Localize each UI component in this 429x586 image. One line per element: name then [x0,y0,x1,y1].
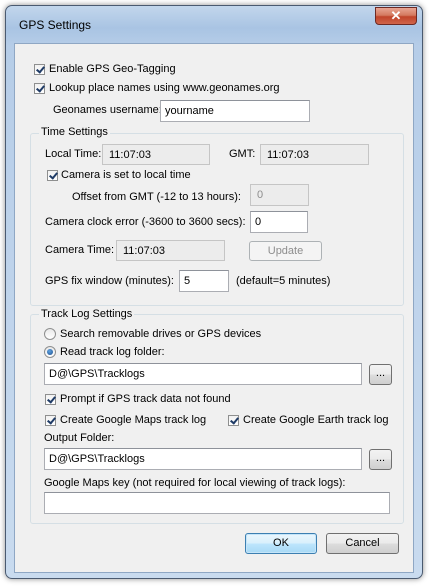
track-log-folder-browse-button[interactable]: ... [369,364,392,385]
geonames-username-input[interactable]: yourname [160,100,310,122]
google-earth-tracklog-label: Create Google Earth track log [243,414,389,426]
local-time-value: 11:07:03 [102,144,210,165]
local-time-label: Local Time: [45,148,102,160]
gmt-value: 11:07:03 [260,144,369,165]
prompt-no-track-data-checkbox[interactable] [45,394,56,405]
prompt-no-track-data-label: Prompt if GPS track data not found [60,393,231,405]
track-log-folder-input[interactable]: D@\GPS\Tracklogs [44,363,362,385]
gps-settings-window: GPS Settings ✕ Enable GPS Geo-Tagging Lo… [5,5,423,579]
output-folder-label: Output Folder: [44,432,115,444]
gps-fix-window-hint: (default=5 minutes) [236,275,331,287]
title-bar[interactable]: GPS Settings ✕ [6,6,422,42]
camera-time-value: 11:07:03 [116,240,225,261]
geonames-username-label: Geonames username: [53,104,162,116]
output-folder-browse-button[interactable]: ... [369,449,392,470]
read-folder-radio[interactable] [44,346,56,358]
camera-local-time-checkbox[interactable] [47,170,58,181]
track-log-settings-group-label: Track Log Settings [39,308,135,320]
lookup-place-names-label: Lookup place names using www.geonames.or… [49,82,280,94]
lookup-place-names-checkbox[interactable] [34,83,45,94]
output-folder-input[interactable]: D@\GPS\Tracklogs [44,448,362,470]
ok-button[interactable]: OK [245,533,317,554]
gmt-offset-input[interactable]: 0 [250,184,309,206]
gps-fix-window-input[interactable]: 5 [179,270,229,292]
time-settings-group-label: Time Settings [39,126,110,138]
update-button[interactable]: Update [249,241,322,261]
enable-geotagging-label: Enable GPS Geo-Tagging [49,63,176,75]
google-maps-key-input[interactable] [44,492,390,514]
gmt-offset-label: Offset from GMT (-12 to 13 hours): [72,191,241,203]
google-earth-tracklog-checkbox[interactable] [228,415,239,426]
close-icon: ✕ [390,8,402,23]
close-button[interactable]: ✕ [375,7,417,25]
enable-geotagging-checkbox[interactable] [34,64,45,75]
camera-local-time-label: Camera is set to local time [61,169,191,181]
camera-time-label: Camera Time: [45,244,115,256]
clock-error-label: Camera clock error (-3600 to 3600 secs): [45,216,246,228]
google-maps-tracklog-label: Create Google Maps track log [60,414,207,426]
gmt-label: GMT: [229,148,256,160]
gps-fix-window-label: GPS fix window (minutes): [45,275,174,287]
dialog-body: Enable GPS Geo-Tagging Lookup place name… [14,43,414,573]
read-folder-label: Read track log folder: [60,346,165,358]
clock-error-input[interactable]: 0 [250,211,308,233]
google-maps-key-label: Google Maps key (not required for local … [44,477,346,489]
cancel-button[interactable]: Cancel [326,533,399,554]
search-drives-radio[interactable] [44,328,56,340]
google-maps-tracklog-checkbox[interactable] [45,415,56,426]
search-drives-label: Search removable drives or GPS devices [60,328,262,340]
window-title: GPS Settings [19,18,92,32]
